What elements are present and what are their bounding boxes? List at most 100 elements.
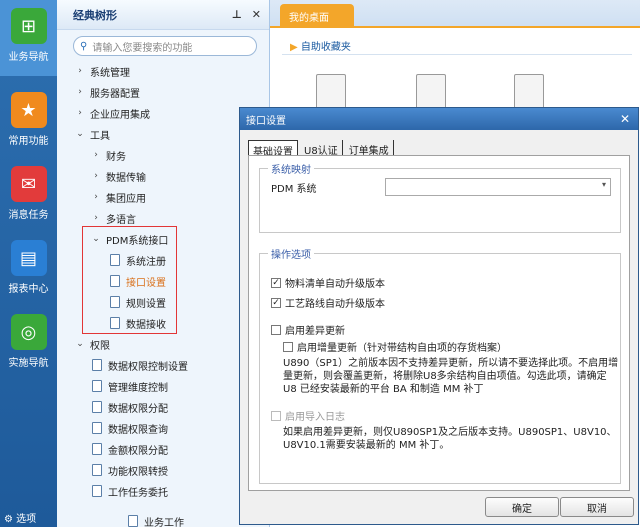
tree-item-label: 服务器配置	[90, 88, 140, 100]
tree-item-label: 多语言	[106, 214, 136, 226]
incremental-update-option[interactable]: 启用增量更新（针对带结构自由项的存货档案）	[283, 339, 507, 354]
option-label: 启用增量更新（针对带结构自由项的存货档案）	[297, 343, 507, 354]
tree-item[interactable]: 金额权限分配	[92, 440, 168, 458]
document-icon	[92, 380, 102, 392]
checkbox-disabled[interactable]	[271, 410, 281, 421]
nav-item-common[interactable]: ★ 常用功能	[0, 86, 57, 156]
tree-item[interactable]: ⌄ PDM系统接口	[92, 230, 168, 248]
pdm-system-select[interactable]: ▾	[385, 178, 611, 196]
chevron-down-icon: ▾	[601, 180, 606, 189]
close-icon[interactable]: ✕	[620, 112, 630, 126]
tree-item[interactable]: 数据权限分配	[92, 398, 168, 416]
ok-button[interactable]: 确定	[485, 497, 559, 517]
tree-item[interactable]: › 多语言	[92, 209, 136, 227]
document-icon	[92, 443, 102, 455]
checkbox[interactable]	[283, 341, 293, 352]
field-label: PDM 系统	[271, 184, 317, 195]
chevron-right-icon: ›	[94, 192, 98, 202]
tree-item[interactable]: › 集团应用	[92, 188, 146, 206]
document-icon	[128, 515, 138, 527]
tree-item-label: 金额权限分配	[108, 445, 168, 457]
tree-item[interactable]: ⌄ 权限	[76, 335, 110, 353]
tree-item-label: 权限	[90, 340, 110, 352]
tree-item[interactable]: › 系统管理	[76, 62, 130, 80]
diff-update-option[interactable]: 启用差异更新	[271, 322, 345, 337]
tree-item[interactable]: ⌄ 工具	[76, 125, 110, 143]
bom-auto-upgrade-option[interactable]: ✓ 物料清单自动升级版本	[271, 275, 385, 290]
tree-item[interactable]: 工作任务委托	[92, 482, 168, 500]
tree-item[interactable]: 管理维度控制	[92, 377, 168, 395]
system-mapping-group: 系统映射	[259, 161, 621, 233]
compass-icon: ◎	[10, 314, 47, 350]
document-icon	[110, 254, 120, 266]
dialog-body: 系统映射 PDM 系统 ▾ 操作选项 ✓ 物料清单自动升级版本 ✓ 工艺路线自动升级…	[248, 155, 630, 491]
chevron-down-icon: ⌄	[92, 234, 100, 244]
chevron-down-icon: ⌄	[76, 339, 84, 349]
route-auto-upgrade-option[interactable]: ✓ 工艺路线自动升级版本	[271, 295, 385, 310]
chevron-right-icon: ›	[94, 171, 98, 181]
tree-item-label: PDM系统接口	[106, 235, 169, 247]
pin-icon[interactable]: ⊥	[232, 8, 242, 21]
tree-item-label: 规则设置	[126, 298, 166, 310]
tree-item[interactable]: › 财务	[92, 146, 126, 164]
document-icon	[92, 485, 102, 497]
tab-my-desktop[interactable]: 我的桌面	[280, 4, 354, 28]
mail-icon: ✉	[10, 166, 47, 202]
left-navigation-bar: ⊞ 业务导航 ★ 常用功能 ✉ 消息任务 ▤ 报表中心 ◎ 实施导航 ⚙ 选项	[0, 0, 57, 527]
dialog-titlebar[interactable]: 接口设置 ✕	[240, 108, 638, 130]
tree-header: 经典树形 ⊥ ✕	[57, 0, 269, 30]
search-icon: ⚲	[80, 40, 88, 52]
tree-item[interactable]: 业务工作	[128, 512, 184, 530]
arrow-right-icon: ▶	[290, 42, 298, 53]
checkbox-checked[interactable]: ✓	[271, 297, 281, 308]
settings-button[interactable]: ⚙ 选项	[4, 510, 36, 525]
tree-item-label: 系统注册	[126, 256, 166, 268]
tree-item[interactable]: › 服务器配置	[76, 83, 140, 101]
tree-item[interactable]: › 企业应用集成	[76, 104, 150, 122]
tree-item-label: 管理维度控制	[108, 382, 168, 394]
document-icon	[92, 422, 102, 434]
tree-item[interactable]: 功能权限转授	[92, 461, 168, 479]
tree-item[interactable]: 数据权限控制设置	[92, 356, 188, 374]
group-legend: 操作选项	[271, 250, 311, 261]
chevron-down-icon: ⌄	[76, 129, 84, 139]
nav-item-implementation[interactable]: ◎ 实施导航	[0, 308, 57, 378]
document-icon	[110, 317, 120, 329]
dialog-title: 接口设置	[246, 115, 286, 127]
tree-item[interactable]: 数据权限查询	[92, 419, 168, 437]
tree-title: 经典树形	[73, 8, 117, 22]
search-input[interactable]: ⚲ 请输入您要搜索的功能	[73, 36, 257, 56]
checkbox-checked[interactable]: ✓	[271, 277, 281, 288]
nav-item-business[interactable]: ⊞ 业务导航	[0, 0, 57, 76]
tree-item-label: 数据权限分配	[108, 403, 168, 415]
import-log-option[interactable]: 启用导入日志	[271, 408, 345, 423]
cancel-button[interactable]: 取消	[560, 497, 634, 517]
tree-item[interactable]: 规则设置	[110, 293, 166, 311]
tree-item[interactable]: › 数据传输	[92, 167, 146, 185]
document-icon	[92, 359, 102, 371]
tree-item-selected[interactable]: 接口设置	[110, 272, 166, 290]
nav-item-reports[interactable]: ▤ 报表中心	[0, 234, 57, 304]
chevron-right-icon: ›	[94, 213, 98, 223]
gear-icon: ⚙	[4, 514, 13, 525]
document-icon	[110, 275, 120, 287]
tree-item[interactable]: 系统注册	[110, 251, 166, 269]
nav-label: 业务导航	[8, 52, 49, 63]
tree-item-label: 业务工作	[144, 517, 184, 529]
tree-item-label: 财务	[106, 151, 126, 163]
nav-item-messages[interactable]: ✉ 消息任务	[0, 160, 57, 230]
tree-item-label: 接口设置	[126, 277, 166, 289]
org-chart-icon: ⊞	[10, 8, 47, 44]
nav-label: 消息任务	[8, 210, 49, 221]
option-label: 启用差异更新	[285, 326, 345, 337]
document-icon	[92, 464, 102, 476]
import-log-note: 如果启用差异更新，则仅U890SP1及之后版本支持。U890SP1、U8V10、…	[283, 427, 617, 451]
tree-item[interactable]: 数据接收	[110, 314, 166, 332]
favorites-title[interactable]: ▶ 自助收藏夹	[290, 38, 351, 53]
nav-label: 报表中心	[8, 284, 49, 295]
close-icon[interactable]: ✕	[252, 8, 261, 21]
checkbox[interactable]	[271, 324, 281, 335]
tree-item-label: 功能权限转授	[108, 466, 168, 478]
chevron-right-icon: ›	[94, 150, 98, 160]
document-icon	[92, 401, 102, 413]
